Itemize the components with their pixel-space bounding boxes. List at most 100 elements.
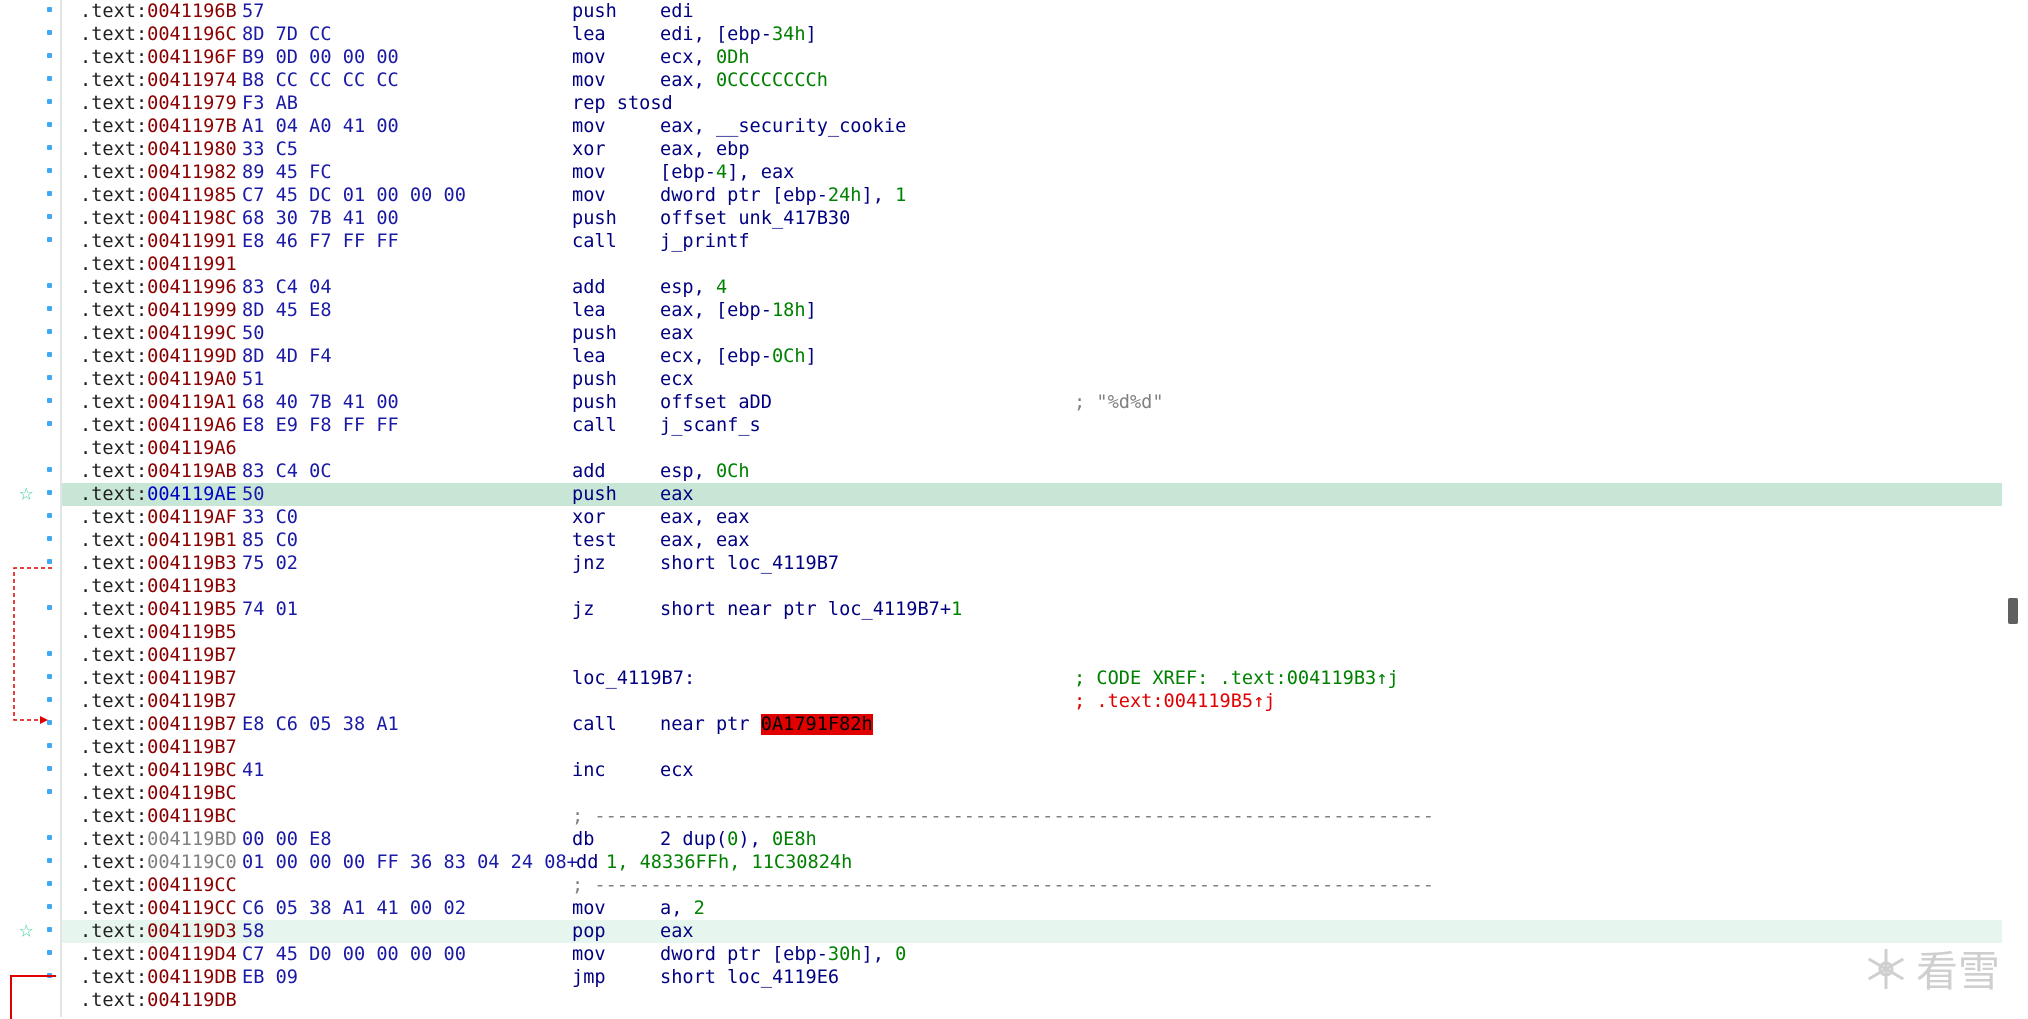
numeric-operand[interactable]: 0Dh	[716, 47, 750, 68]
instruction-operands[interactable]: 2 dup(0), 0E8h	[660, 828, 817, 851]
operand-text[interactable]: 2 dup(	[660, 829, 727, 850]
listing-line[interactable]: .text:004119A0 51 push ecx	[62, 368, 2002, 391]
instruction-operands[interactable]: ecx	[660, 368, 694, 391]
listing-line[interactable]: .text:00411980 33 C5 xor eax, ebp	[62, 138, 2002, 161]
instruction-mnemonic[interactable]: call	[572, 414, 617, 437]
line-address[interactable]: .text:00411982	[80, 161, 237, 184]
numeric-operand[interactable]: 0E8h	[772, 829, 817, 850]
listing-line[interactable]: .text:00411991 E8 46 F7 FF FF call j_printf	[62, 230, 2002, 253]
instruction-mnemonic[interactable]: mov	[572, 184, 606, 207]
line-address[interactable]: .text:0041198C	[80, 207, 237, 230]
line-address[interactable]: .text:004119A0	[80, 368, 237, 391]
instruction-operands[interactable]: eax, eax	[660, 506, 750, 529]
instruction-mnemonic[interactable]: mov	[572, 161, 606, 184]
instruction-mnemonic[interactable]: call	[572, 713, 617, 736]
operand-text[interactable]: offset unk_417B30	[660, 208, 850, 229]
listing-line[interactable]: .text:004119B7 ; .text:004119B5↑j	[62, 690, 2002, 713]
listing-line[interactable]: .text:0041196B 57 push edi	[62, 0, 2002, 23]
operand-text[interactable]: a,	[660, 898, 694, 919]
line-address[interactable]: .text:004119DB	[80, 989, 237, 1012]
listing-line[interactable]: .text:004119DB EB 09 jmp short loc_4119E6	[62, 966, 2002, 989]
numeric-operand[interactable]: 34h	[772, 24, 806, 45]
instruction-mnemonic[interactable]: mov	[572, 46, 606, 69]
operand-text[interactable]: eax, eax	[660, 507, 750, 528]
line-address[interactable]: .text:00411985	[80, 184, 237, 207]
instruction-operands[interactable]: ecx, 0Dh	[660, 46, 750, 69]
operand-text[interactable]: ],	[862, 944, 896, 965]
breakpoint-dot[interactable]	[47, 858, 52, 863]
line-address[interactable]: .text:00411974	[80, 69, 237, 92]
operand-text[interactable]: [ebp-	[660, 162, 716, 183]
line-address[interactable]: .text:004119B7	[80, 644, 237, 667]
instruction-mnemonic[interactable]: mov	[572, 69, 606, 92]
listing-line[interactable]: .text:00411996 83 C4 04 add esp, 4	[62, 276, 2002, 299]
operand-text[interactable]: eax, ebp	[660, 139, 750, 160]
operand-text[interactable]: ], eax	[727, 162, 794, 183]
breakpoint-dot[interactable]	[47, 950, 52, 955]
listing-line[interactable]: .text:004119B7	[62, 644, 2002, 667]
line-address[interactable]: .text:0041199C	[80, 322, 237, 345]
line-address[interactable]: .text:004119B5	[80, 621, 237, 644]
listing-line[interactable]: .text:0041199D 8D 4D F4 lea ecx, [ebp-0Ch]	[62, 345, 2002, 368]
instruction-mnemonic[interactable]: xor	[572, 506, 606, 529]
instruction-operands[interactable]: short loc_4119B7	[660, 552, 839, 575]
instruction-mnemonic[interactable]: push	[572, 483, 617, 506]
listing-line[interactable]: .text:0041196F B9 0D 00 00 00 mov ecx, 0Dh	[62, 46, 2002, 69]
instruction-operands[interactable]: eax, __security_cookie	[660, 115, 906, 138]
instruction-mnemonic[interactable]: add	[572, 276, 606, 299]
line-address[interactable]: .text:004119B5	[80, 598, 237, 621]
instruction-operands[interactable]: edi, [ebp-34h]	[660, 23, 817, 46]
instruction-mnemonic[interactable]: push	[572, 0, 617, 23]
operand-text[interactable]: esp,	[660, 277, 716, 298]
instruction-mnemonic[interactable]: lea	[572, 299, 606, 322]
line-address[interactable]: .text:004119A6	[80, 437, 237, 460]
breakpoint-dot[interactable]	[47, 743, 52, 748]
line-address[interactable]: .text:00411991	[80, 253, 237, 276]
listing-line[interactable]: .text:004119A6	[62, 437, 2002, 460]
instruction-operands[interactable]: offset unk_417B30	[660, 207, 850, 230]
instruction-mnemonic[interactable]: push	[572, 391, 617, 414]
listing-line[interactable]: .text:00411974 B8 CC CC CC CC mov eax, 0CCC…	[62, 69, 2002, 92]
numeric-operand[interactable]: 30h	[828, 944, 862, 965]
listing-line[interactable]: .text:004119B7 E8 C6 05 38 A1 call near ptr…	[62, 713, 2002, 736]
instruction-operands[interactable]: eax, 0CCCCCCCCh	[660, 69, 828, 92]
instruction-operands[interactable]: dword ptr [ebp-30h], 0	[660, 943, 906, 966]
line-address[interactable]: .text:00411999	[80, 299, 237, 322]
instruction-mnemonic[interactable]: call	[572, 230, 617, 253]
line-address[interactable]: .text:0041197B	[80, 115, 237, 138]
numeric-operand[interactable]: 4	[716, 277, 727, 298]
instruction-operands[interactable]: 1, 48336FFh, 11C30824h	[606, 851, 852, 874]
line-address[interactable]: .text:004119BC	[80, 782, 237, 805]
operand-text[interactable]: dword ptr [ebp-	[660, 185, 828, 206]
numeric-operand[interactable]: 0CCCCCCCCh	[716, 70, 828, 91]
listing-line[interactable]: .text:0041196C 8D 7D CC lea edi, [ebp-34h]	[62, 23, 2002, 46]
listing-line[interactable]: .text:004119BC	[62, 782, 2002, 805]
instruction-mnemonic[interactable]: mov	[572, 897, 606, 920]
instruction-mnemonic[interactable]: inc	[572, 759, 606, 782]
breakpoint-dot[interactable]	[47, 789, 52, 794]
listing-line[interactable]: .text:004119A6 E8 E9 F8 FF FF call j_scanf_…	[62, 414, 2002, 437]
operand-text[interactable]: offset aDD	[660, 392, 772, 413]
listing-line[interactable]: .text:004119B7 loc_4119B7: ; CODE XREF: .t…	[62, 667, 2002, 690]
operand-text[interactable]: eax	[660, 484, 694, 505]
instruction-mnemonic[interactable]: push	[572, 322, 617, 345]
operand-text[interactable]: ecx, [ebp-	[660, 346, 772, 367]
instruction-mnemonic[interactable]: push	[572, 368, 617, 391]
scrollbar-thumb[interactable]	[2008, 598, 2018, 624]
breakpoint-dot[interactable]	[47, 766, 52, 771]
line-address[interactable]: .text:0041196F	[80, 46, 237, 69]
instruction-mnemonic[interactable]: jnz	[572, 552, 606, 575]
operand-text[interactable]: ],	[862, 185, 896, 206]
breakpoint-dot[interactable]	[47, 835, 52, 840]
instruction-operands[interactable]: [ebp-4], eax	[660, 161, 794, 184]
line-address[interactable]: .text:00411979	[80, 92, 237, 115]
line-address[interactable]: .text:004119BC	[80, 759, 237, 782]
listing-line[interactable]: .text:004119B3 75 02 jnz short loc_4119B7	[62, 552, 2002, 575]
operand-text[interactable]: ]	[806, 346, 817, 367]
disassembly-listing[interactable]: .text:0041196B 57 push edi .text:0041196C 8D …	[62, 0, 2002, 1017]
listing-line[interactable]: .text:004119B7	[62, 736, 2002, 759]
operand-text[interactable]: j_printf	[660, 231, 750, 252]
line-address[interactable]: .text:00411980	[80, 138, 237, 161]
instruction-operands[interactable]: short near ptr loc_4119B7+1	[660, 598, 962, 621]
listing-line[interactable]: .text:004119D4 C7 45 D0 00 00 00 00 mov dwo…	[62, 943, 2002, 966]
